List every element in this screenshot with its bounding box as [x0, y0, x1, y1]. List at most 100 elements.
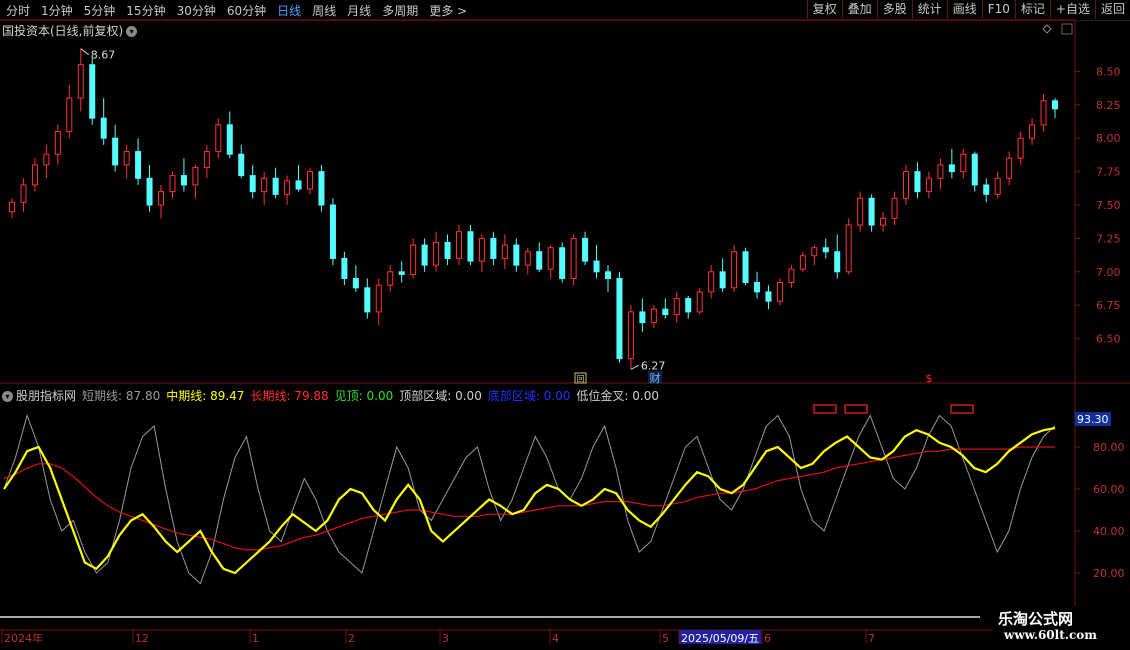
price-tick-label-3: 7.75 — [1096, 166, 1121, 179]
candle-body-87 — [1006, 157, 1013, 179]
diamond-icon[interactable] — [1042, 24, 1052, 34]
candle-body-9 — [112, 137, 119, 166]
timeline-label-5: 4 — [552, 632, 559, 645]
candle-body-24 — [284, 180, 291, 195]
bottom-zone-label: 底部区域: 0.00 — [487, 389, 571, 403]
candle-body-45 — [524, 251, 531, 266]
candle-body-86 — [994, 177, 1001, 195]
candle-body-53 — [616, 277, 623, 360]
timeline-label-9: 7 — [868, 632, 875, 645]
candle-body-4 — [54, 131, 61, 155]
candle-body-30 — [352, 277, 359, 289]
price-tick-label-1: 8.25 — [1096, 99, 1121, 112]
candle-body-41 — [478, 237, 485, 262]
watermark-line1: 乐淘公式网 — [998, 610, 1074, 628]
low-price-label: 6.27 — [641, 359, 666, 372]
candle-body-2 — [31, 164, 38, 186]
watermark: 乐淘公式网 www.60lt.com — [992, 606, 1128, 644]
candle-body-12 — [146, 177, 153, 206]
kline-chart[interactable]: 8.50 8.25 8.00 7.75 7.50 7.25 7.00 6.75 6.50 8.67… — [0, 0, 1130, 650]
candle-body-68 — [788, 268, 795, 283]
candle-body-88 — [1017, 137, 1024, 159]
candle-body-26 — [307, 171, 313, 190]
candle-body-64 — [742, 251, 749, 283]
candle-body-90 — [1040, 100, 1047, 126]
candle-body-21 — [249, 175, 256, 193]
short-line-label: 短期线: 87.80 — [82, 389, 161, 403]
price-tick-label-0: 8.50 — [1096, 65, 1121, 78]
high-pointer — [80, 48, 90, 56]
candle-body-65 — [754, 281, 760, 293]
candle-body-47 — [547, 247, 554, 270]
candle-body-85 — [983, 184, 990, 195]
candle-body-8 — [100, 117, 107, 139]
candle-body-28 — [329, 204, 336, 259]
candle-body-38 — [444, 241, 451, 259]
long-line-label: 长期线: 79.88 — [250, 389, 329, 403]
candle-body-48 — [559, 247, 566, 279]
candle-body-78 — [903, 171, 909, 199]
candle-body-11 — [135, 151, 142, 179]
candle-body-57 — [662, 308, 669, 316]
timeline-label-6: 5 — [662, 632, 669, 645]
event-box-text: 回 — [577, 375, 585, 384]
candle-body-51 — [593, 260, 600, 273]
price-tick-label-6: 7.00 — [1096, 266, 1121, 279]
finance-marker: 财 — [650, 371, 661, 385]
candle-body-5 — [66, 97, 73, 133]
ind-tick-label-0: 80.00 — [1093, 441, 1125, 454]
price-tick-label-5: 7.25 — [1096, 232, 1121, 245]
candle-body-61 — [708, 271, 715, 293]
candle-body-75 — [868, 197, 875, 226]
candle-body-43 — [501, 244, 508, 259]
high-price-label: 8.67 — [91, 49, 116, 62]
candle-body-80 — [925, 177, 932, 193]
candle-body-17 — [203, 151, 210, 169]
candle-body-84 — [971, 153, 978, 186]
price-tick-label-8: 6.50 — [1096, 333, 1121, 346]
timeline-label-4: 3 — [442, 632, 449, 645]
candle-body-25 — [295, 180, 302, 190]
candle-body-69 — [799, 255, 806, 270]
panel-maximize-icon[interactable] — [1061, 23, 1073, 35]
candle-body-74 — [857, 197, 864, 226]
candle-body-37 — [433, 241, 440, 266]
candle-body-91 — [1052, 100, 1058, 110]
candle-body-55 — [639, 311, 646, 324]
candle-body-22 — [261, 177, 268, 193]
dividend-marker: $ — [926, 372, 933, 385]
timeline-label-2: 1 — [252, 632, 259, 645]
candle-body-10 — [123, 151, 130, 166]
chevron-down-icon[interactable]: ▾ — [2, 391, 13, 402]
short-term-line — [3, 413, 1056, 585]
candle-body-20 — [238, 153, 245, 177]
candle-body-19 — [226, 124, 233, 155]
candle-body-76 — [880, 217, 887, 226]
candle-body-29 — [341, 257, 348, 279]
candle-body-15 — [180, 175, 187, 186]
candle-body-16 — [192, 167, 199, 186]
timeline-label-7: 2025/05/09/五 — [681, 632, 759, 645]
candle-body-35 — [410, 244, 417, 275]
golden-cross-label: 低位金叉: 0.00 — [576, 389, 659, 403]
ind-tick-label-3: 20.00 — [1093, 567, 1125, 580]
current-value-text: 93.30 — [1077, 413, 1109, 426]
candle-body-72 — [834, 251, 841, 273]
candle-body-7 — [89, 64, 96, 119]
timeline-label-1: 12 — [135, 632, 149, 645]
timeline-label-8: 6 — [764, 632, 771, 645]
indicator-name: 股朋指标网 — [16, 389, 77, 403]
indicator-title: ▾ 股朋指标网 短期线: 87.80 中期线: 89.47 长期线: 79.88 见顶: … — [2, 387, 665, 404]
candle-body-79 — [914, 171, 921, 193]
candle-body-67 — [776, 281, 783, 302]
candle-body-82 — [948, 164, 955, 173]
candle-body-31 — [364, 287, 371, 313]
candle-body-59 — [685, 298, 692, 313]
candle-body-33 — [387, 271, 394, 286]
candle-body-3 — [43, 153, 50, 166]
watermark-line2: www.60lt.com — [1004, 628, 1097, 642]
price-tick-label-4: 7.50 — [1096, 199, 1121, 212]
mid-term-line — [3, 427, 1056, 575]
candle-body-40 — [467, 231, 474, 262]
candle-body-27 — [318, 171, 325, 206]
